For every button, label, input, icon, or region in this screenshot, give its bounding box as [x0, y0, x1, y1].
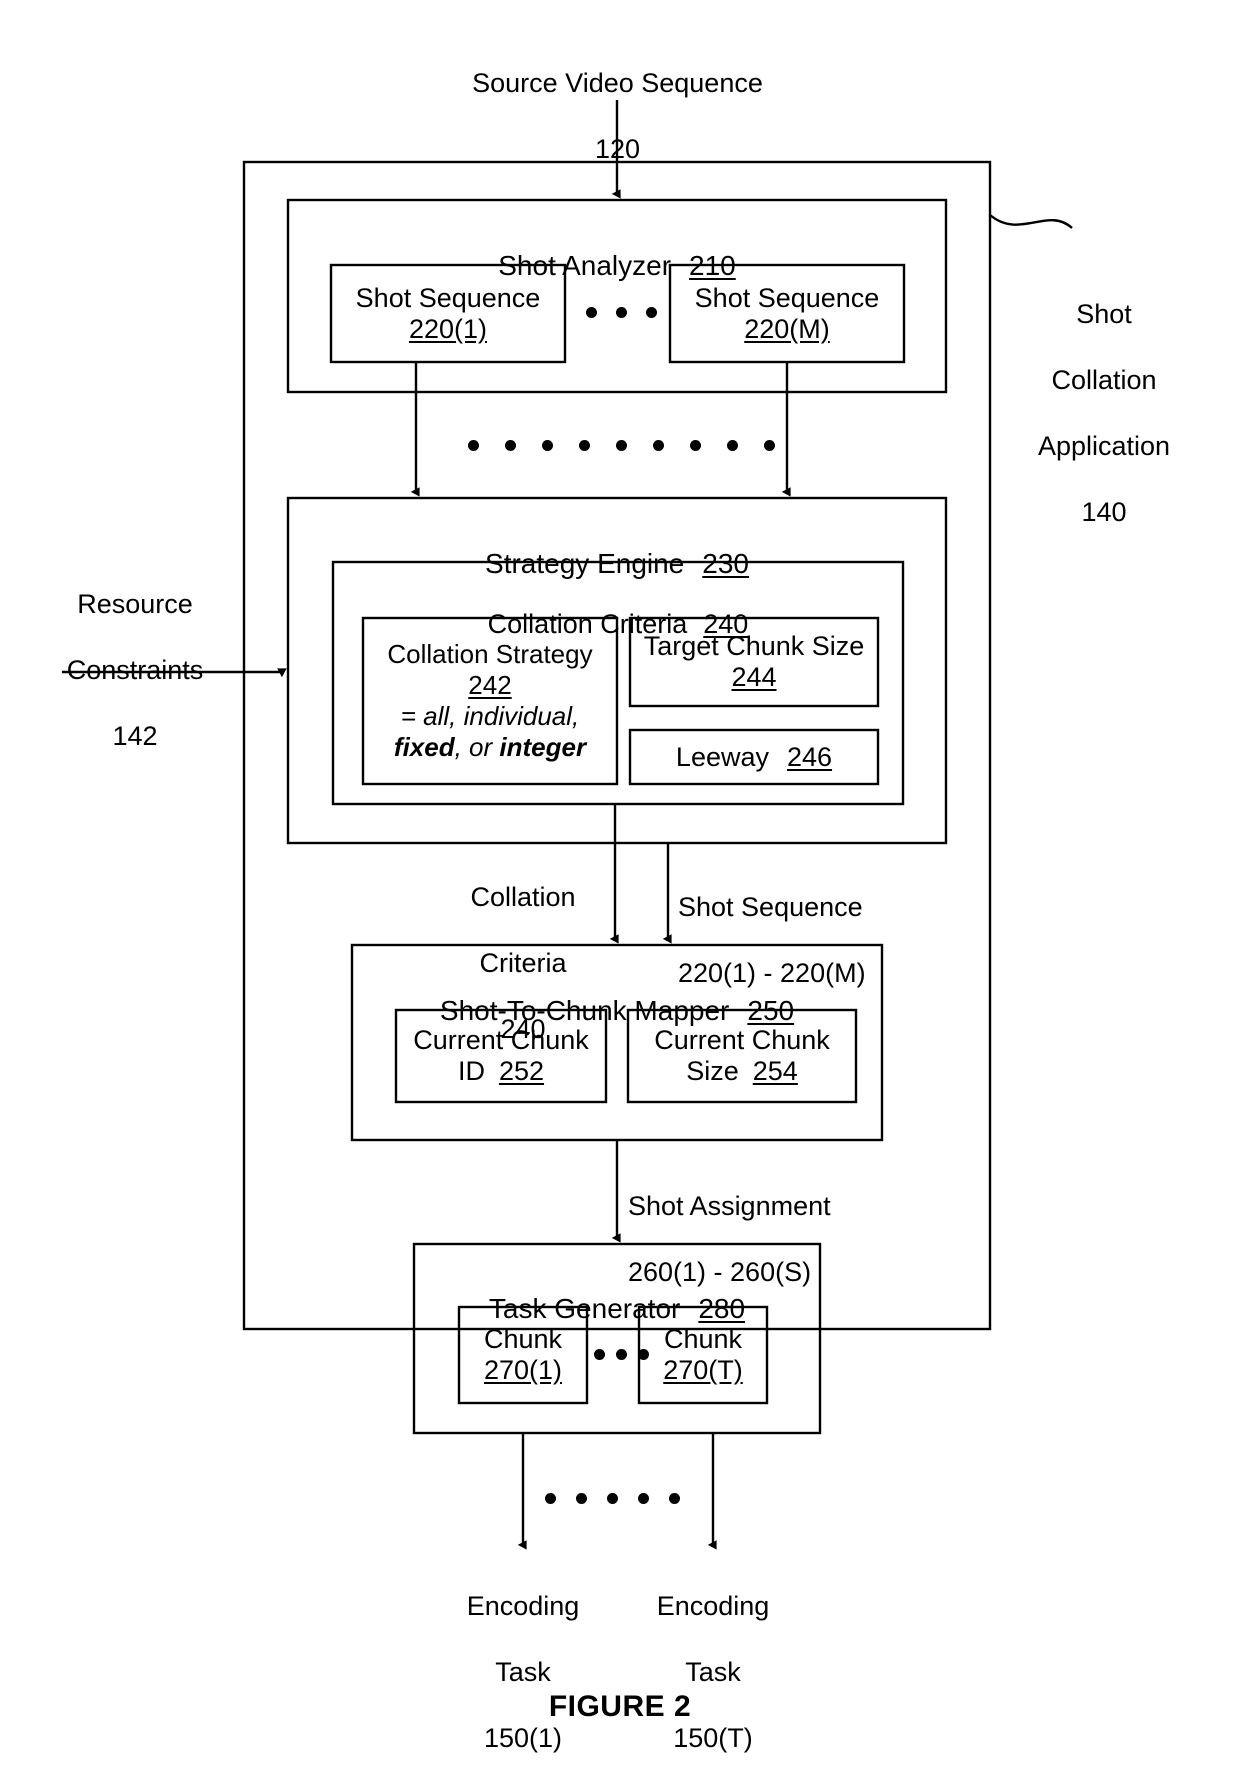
resource-constraints-line2: Constraints — [66, 654, 204, 685]
chunk-t-ref: 270(T) — [663, 1355, 743, 1385]
dot-icon — [616, 307, 627, 318]
collation-strategy-value-integer: integer — [499, 732, 587, 762]
figure-2-diagram: Source Video Sequence 120 Shot Collation… — [0, 0, 1240, 1785]
dot-icon — [576, 1493, 587, 1504]
encoding-task-ellipsis-dots-row — [545, 1493, 680, 1504]
dot-icon — [653, 440, 664, 451]
current-chunk-size-label: Current Chunk Size 254 — [628, 1010, 856, 1102]
shot-collation-application-ref: 140 — [1081, 496, 1127, 527]
encoding-task-t-line1: Encoding — [656, 1590, 770, 1621]
current-chunk-size-ref: 254 — [752, 1056, 798, 1086]
dot-icon — [638, 1349, 649, 1360]
shot-collation-application-line3: Application — [1037, 430, 1171, 461]
shot-collation-application-label: Shot Collation Application 140 — [1004, 265, 1204, 561]
source-video-sequence-label: Source Video Sequence 120 — [380, 34, 855, 199]
collation-strategy-value-fixed: fixed — [393, 732, 455, 762]
leeway-ref: 246 — [787, 741, 833, 772]
current-chunk-size-line2: Size 254 — [686, 1056, 798, 1087]
shot-sequence-m-ref: 220(M) — [744, 313, 830, 344]
shot-sequence-ellipsis-dots — [586, 307, 657, 318]
dot-icon — [646, 307, 657, 318]
chunk-t-label: Chunk 270(T) — [639, 1307, 767, 1403]
leeway-label: Leeway 246 — [630, 730, 878, 784]
collation-strategy-ref: 242 — [468, 670, 512, 700]
leader-line-shot-collation-application — [989, 214, 1073, 229]
leeway-text: Leeway — [675, 741, 769, 772]
dot-icon — [586, 307, 597, 318]
dot-icon — [727, 440, 738, 451]
dot-icon — [594, 1349, 605, 1360]
dot-icon — [607, 1493, 618, 1504]
current-chunk-id-line1: Current Chunk — [413, 1025, 589, 1055]
dot-icon — [764, 440, 775, 451]
target-chunk-size-text: Target Chunk Size — [643, 631, 865, 661]
chunk-1-label: Chunk 270(1) — [459, 1307, 587, 1403]
encoding-task-t-line2: Task — [685, 1656, 741, 1687]
source-video-sequence-text: Source Video Sequence — [472, 67, 763, 98]
dot-icon — [542, 440, 553, 451]
dot-icon — [468, 440, 479, 451]
dot-icon — [505, 440, 516, 451]
shot-sequence-1-ref: 220(1) — [408, 313, 488, 344]
source-video-sequence-ref: 120 — [594, 133, 641, 164]
current-chunk-id-label: Current Chunk ID 252 — [396, 1010, 606, 1102]
shot-sequence-1-label: Shot Sequence 220(1) — [331, 265, 565, 362]
dot-icon — [638, 1493, 649, 1504]
current-chunk-size-line1: Current Chunk — [654, 1025, 830, 1055]
resource-constraints-label: Resource Constraints 142 — [20, 555, 250, 786]
analyzer-to-strategy-ellipsis-dots — [468, 440, 775, 451]
dot-icon — [616, 440, 627, 451]
leeway-row: Leeway 246 — [676, 742, 832, 773]
current-chunk-id-line2: ID 252 — [458, 1056, 544, 1087]
collation-strategy-value-line2: fixed, or integer — [394, 732, 586, 763]
encoding-task-t-ref: 150(T) — [673, 1722, 753, 1753]
figure-caption: FIGURE 2 — [548, 1690, 692, 1723]
edge-collation-criteria-line1: Collation — [470, 881, 576, 912]
shot-collation-application-line2: Collation — [1051, 364, 1157, 395]
strategy-engine-title: Strategy Engine 230 — [288, 513, 946, 581]
target-chunk-size-label: Target Chunk Size 244 — [630, 618, 878, 706]
resource-constraints-line1: Resource — [77, 588, 193, 619]
edge-shot-sequence-line1: Shot Sequence — [678, 891, 863, 922]
chunk-t-text: Chunk — [663, 1324, 743, 1354]
collation-strategy-value-or: , or — [454, 732, 500, 762]
dot-icon — [616, 1349, 627, 1360]
current-chunk-id-label-text: ID — [457, 1056, 485, 1086]
shot-sequence-m-text: Shot Sequence — [694, 282, 880, 313]
encoding-task-t-label: Encoding Task 150(T) — [593, 1557, 833, 1785]
chunk-ellipsis-dots — [594, 1349, 649, 1360]
current-chunk-size-label-text: Size — [686, 1056, 739, 1086]
resource-constraints-ref: 142 — [112, 720, 158, 751]
dot-icon — [545, 1493, 556, 1504]
current-chunk-id-ref: 252 — [498, 1056, 545, 1086]
edge-shot-assignment-line1: Shot Assignment — [628, 1190, 831, 1221]
collation-strategy-label: Collation Strategy 242 = all, individual… — [363, 618, 617, 784]
chunk-1-ref: 270(1) — [483, 1355, 563, 1385]
shot-collation-application-line1: Shot — [1076, 298, 1132, 329]
chunk-1-text: Chunk — [483, 1324, 563, 1354]
collation-strategy-text: Collation Strategy — [387, 639, 593, 669]
dot-icon — [690, 440, 701, 451]
shot-sequence-m-label: Shot Sequence 220(M) — [670, 265, 904, 362]
dot-icon — [579, 440, 590, 451]
shot-sequence-1-text: Shot Sequence — [355, 282, 541, 313]
collation-strategy-value-line1: = all, individual, — [400, 701, 580, 731]
dot-icon — [669, 1493, 680, 1504]
target-chunk-size-ref: 244 — [731, 662, 777, 692]
